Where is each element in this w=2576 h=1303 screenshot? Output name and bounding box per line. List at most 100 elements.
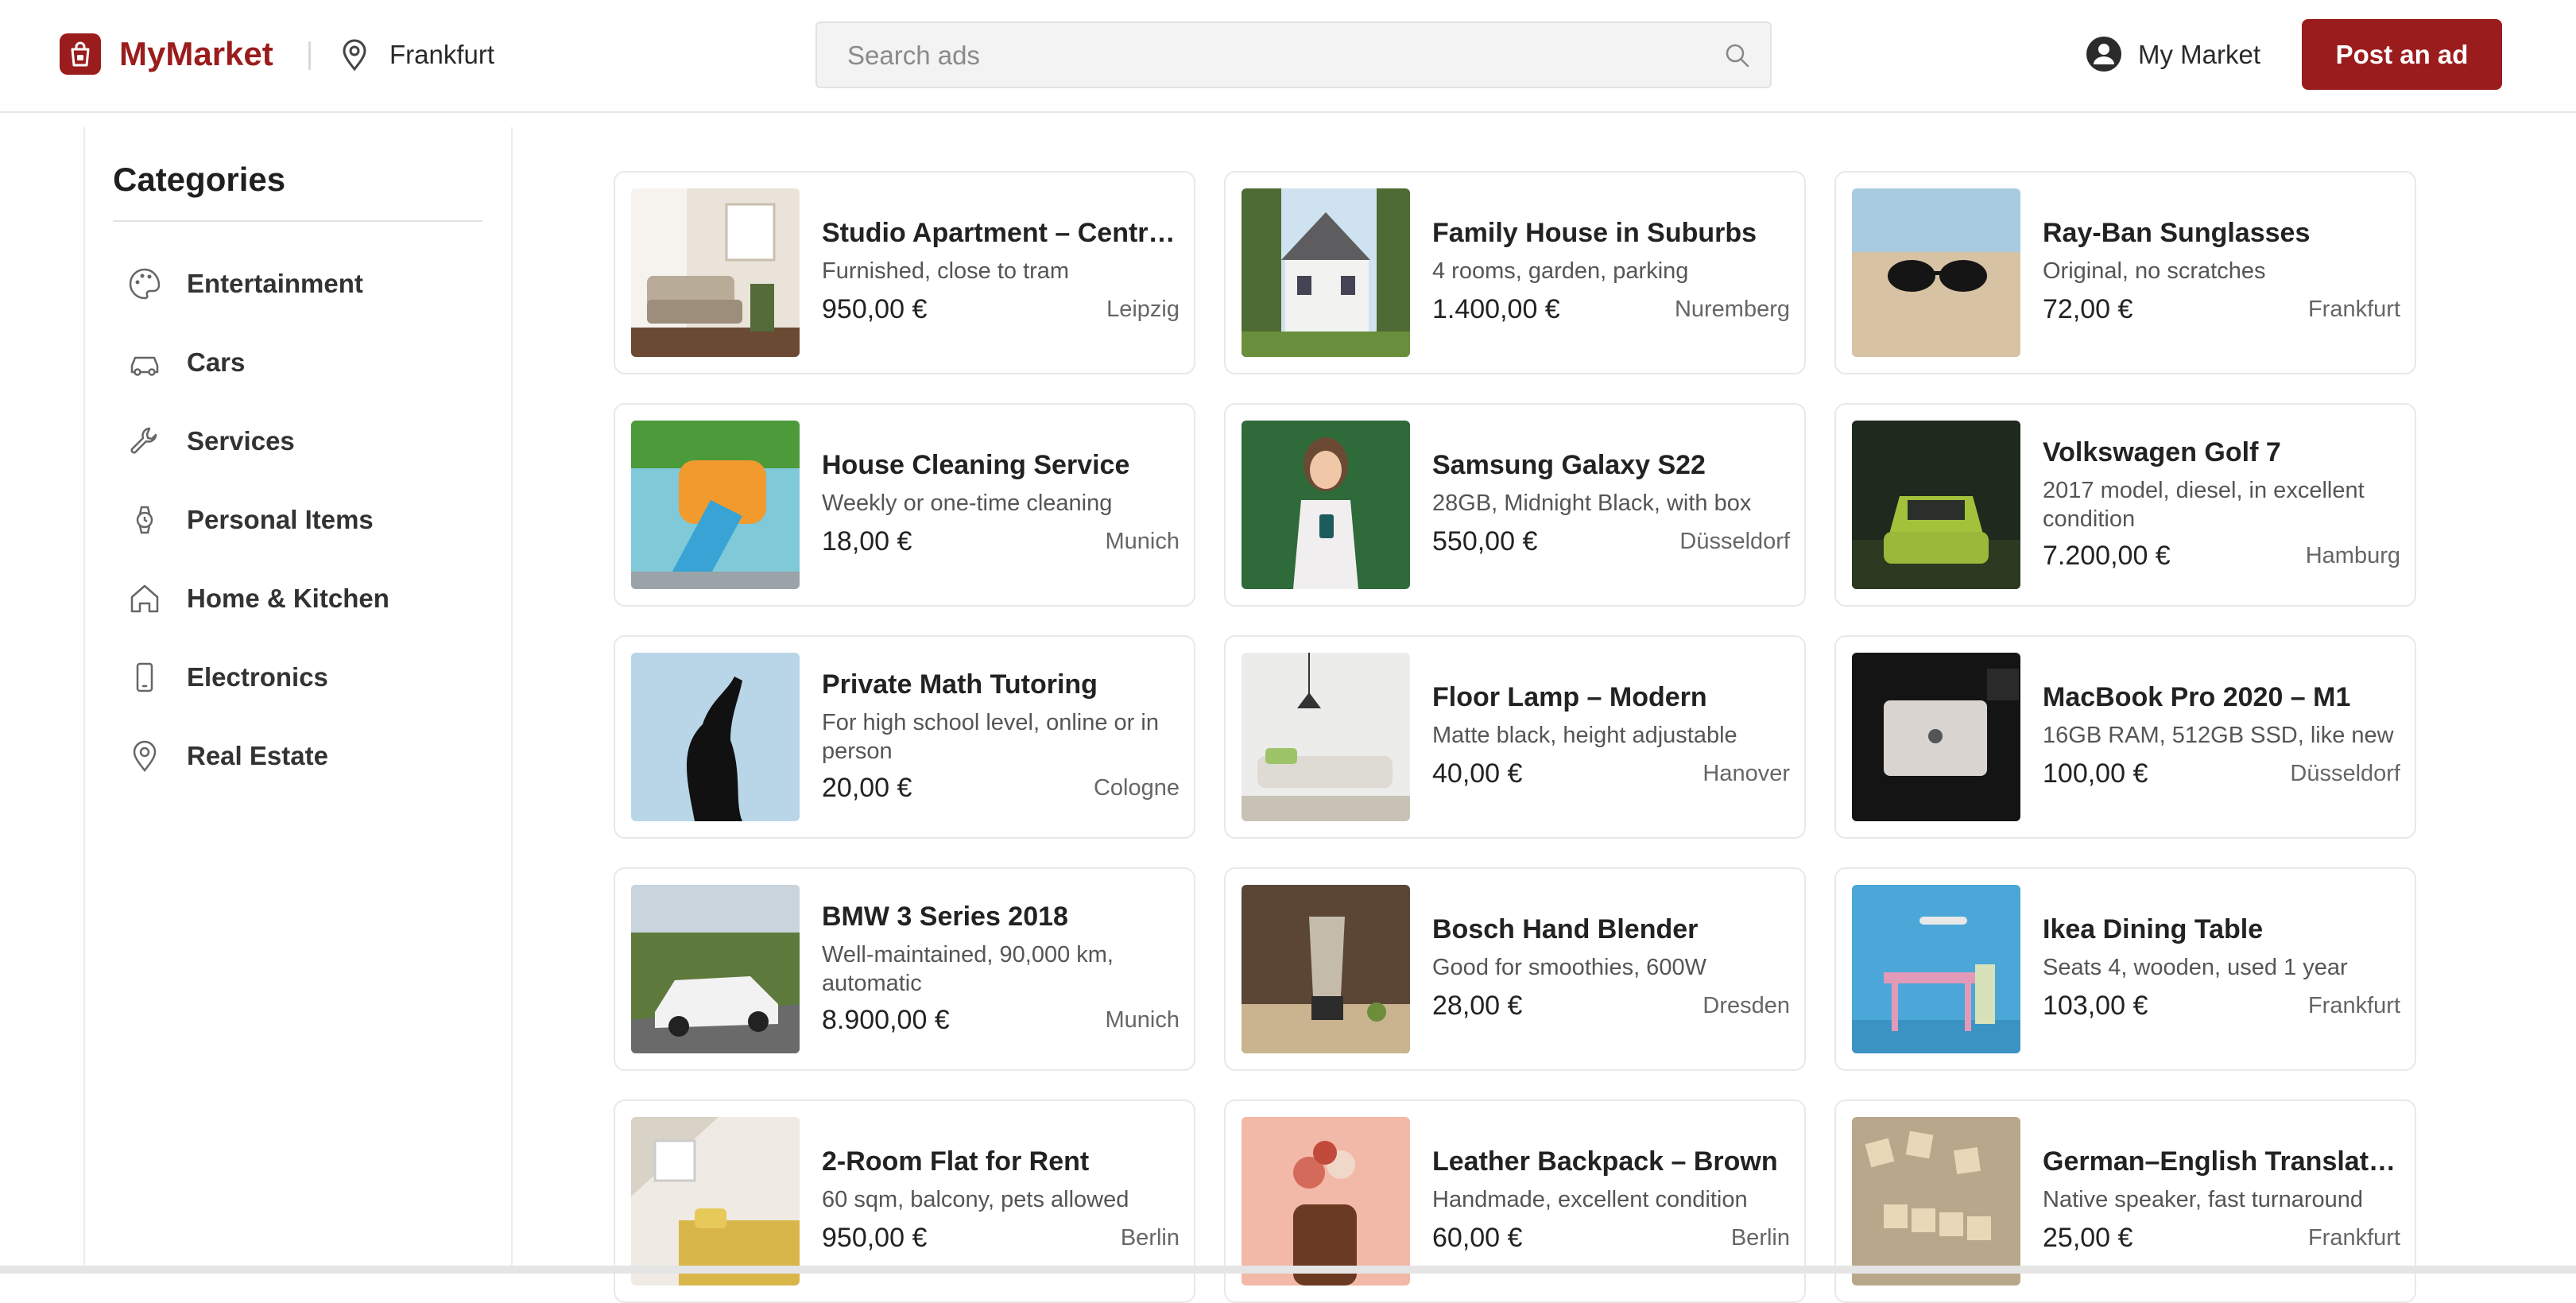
listing-card[interactable]: Family House in Suburbs 4 rooms, garden,… [1224, 171, 1806, 374]
listing-city: Nuremberg [1674, 297, 1790, 322]
listing-city: Frankfurt [2307, 297, 2400, 322]
listing-description: 16GB RAM, 512GB SSD, like new [2043, 723, 2394, 748]
category-electronics[interactable]: Electronics [125, 650, 482, 705]
listing-image-samsung-phone[interactable] [1242, 421, 1410, 589]
category-services[interactable]: Services [125, 413, 482, 469]
listing-title[interactable]: Leather Backpack – Brown [1432, 1146, 1790, 1177]
watch-icon [125, 500, 165, 540]
category-label: Real Estate [187, 741, 328, 770]
listing-city: Dresden [1702, 993, 1790, 1018]
category-cars[interactable]: Cars [125, 335, 482, 390]
category-entertainment[interactable]: Entertainment [125, 256, 482, 312]
listing-description: Native speaker, fast turnaround [2043, 1187, 2364, 1212]
map-pin-icon [125, 736, 165, 776]
listing-description: Well-maintained, 90,000 km, automatic [822, 942, 1114, 996]
search-input[interactable] [846, 23, 1691, 88]
brand-name[interactable]: MyMarket [119, 33, 273, 75]
category-label: Home & Kitchen [187, 584, 389, 613]
category-home-kitchen[interactable]: Home & Kitchen [125, 571, 482, 626]
listing-image-dining-table[interactable] [1852, 885, 2020, 1053]
category-label: Cars [187, 347, 246, 377]
post-ad-button[interactable]: Post an ad [2302, 19, 2502, 90]
listing-image-family-house[interactable] [1242, 188, 1410, 357]
listing-card[interactable]: MacBook Pro 2020 – M1 16GB RAM, 512GB SS… [1834, 635, 2416, 839]
listing-card[interactable]: Samsung Galaxy S22 28GB, Midnight Black,… [1224, 403, 1806, 607]
listing-description: For high school level, online or in pers… [822, 710, 1159, 764]
listing-description: Good for smoothies, 600W [1432, 955, 1706, 980]
search-icon[interactable] [1724, 42, 1751, 73]
listing-image-two-room-flat[interactable] [631, 1117, 800, 1286]
listing-price: 18,00 € [822, 526, 912, 556]
listing-city: Düsseldorf [1679, 529, 1790, 554]
map-pin-icon[interactable] [340, 38, 369, 76]
listing-title[interactable]: 2-Room Flat for Rent [822, 1146, 1180, 1177]
top-header: MyMarket Frankfurt My Market Post an ad [0, 0, 2576, 113]
listing-card[interactable]: Bosch Hand Blender Good for smoothies, 6… [1224, 867, 1806, 1071]
category-label: Electronics [187, 662, 328, 692]
listing-card[interactable]: BMW 3 Series 2018 Well-maintained, 90,00… [614, 867, 1195, 1071]
account-icon[interactable] [2086, 36, 2122, 76]
listing-card[interactable]: House Cleaning Service Weekly or one-tim… [614, 403, 1195, 607]
listing-description: 60 sqm, balcony, pets allowed [822, 1187, 1129, 1212]
listing-price: 950,00 € [822, 294, 928, 324]
listing-image-vw-golf[interactable] [1852, 421, 2020, 589]
listing-city: Berlin [1120, 1225, 1180, 1251]
listing-card[interactable]: Private Math Tutoring For high school le… [614, 635, 1195, 839]
listing-card[interactable]: Studio Apartment – Central Location Furn… [614, 171, 1195, 374]
shopping-bag-icon[interactable] [60, 33, 101, 75]
listing-price: 28,00 € [1432, 991, 1523, 1021]
location-selector[interactable]: Frankfurt [389, 38, 494, 72]
listing-title[interactable]: Bosch Hand Blender [1432, 913, 1790, 945]
listing-image-house-cleaning[interactable] [631, 421, 800, 589]
listing-image-floor-lamp[interactable] [1242, 653, 1410, 821]
listing-title[interactable]: Studio Apartment – Central Location [822, 217, 1180, 249]
palette-icon [125, 264, 165, 304]
listing-title[interactable]: Private Math Tutoring [822, 669, 1180, 700]
listing-description: 4 rooms, garden, parking [1432, 258, 1689, 284]
listing-title[interactable]: Ray-Ban Sunglasses [2043, 217, 2400, 249]
category-label: Services [187, 426, 295, 456]
listing-title[interactable]: House Cleaning Service [822, 449, 1180, 481]
horizontal-scrollbar[interactable] [0, 1266, 2576, 1274]
listing-card[interactable]: Ray-Ban Sunglasses Original, no scratche… [1834, 171, 2416, 374]
listing-title[interactable]: BMW 3 Series 2018 [822, 901, 1180, 933]
listing-image-studio-apartment[interactable] [631, 188, 800, 357]
search-bar[interactable] [815, 21, 1772, 88]
listing-title[interactable]: MacBook Pro 2020 – M1 [2043, 681, 2400, 713]
listing-price: 103,00 € [2043, 991, 2148, 1021]
listing-image-sunglasses[interactable] [1852, 188, 2020, 357]
header-divider [308, 41, 311, 70]
categories-divider [113, 220, 482, 222]
listing-image-macbook[interactable] [1852, 653, 2020, 821]
listing-image-bmw[interactable] [631, 885, 800, 1053]
listing-image-hand-blender[interactable] [1242, 885, 1410, 1053]
listing-city: Berlin [1730, 1225, 1790, 1251]
category-real-estate[interactable]: Real Estate [125, 728, 482, 784]
listing-price: 950,00 € [822, 1223, 928, 1253]
listing-card[interactable]: Ikea Dining Table Seats 4, wooden, used … [1834, 867, 2416, 1071]
listing-description: Matte black, height adjustable [1432, 723, 1737, 748]
listing-image-translation[interactable] [1852, 1117, 2020, 1286]
listing-card[interactable]: Volkswagen Golf 7 2017 model, diesel, in… [1834, 403, 2416, 607]
car-icon [125, 343, 165, 382]
listing-description: 2017 model, diesel, in excellent conditi… [2043, 478, 2365, 532]
listing-image-math-tutoring[interactable] [631, 653, 800, 821]
category-personal-items[interactable]: Personal Items [125, 492, 482, 548]
listing-title[interactable]: Samsung Galaxy S22 [1432, 449, 1790, 481]
category-label: Personal Items [187, 505, 374, 534]
listing-image-leather-backpack[interactable] [1242, 1117, 1410, 1286]
my-market-link[interactable]: My Market [2138, 38, 2260, 72]
listing-title[interactable]: German–English Translation [2043, 1146, 2400, 1177]
listing-price: 60,00 € [1432, 1223, 1523, 1253]
listing-title[interactable]: Family House in Suburbs [1432, 217, 1790, 249]
listing-city: Frankfurt [2307, 1225, 2400, 1251]
listing-description: Seats 4, wooden, used 1 year [2043, 955, 2348, 980]
listing-price: 7.200,00 € [2043, 541, 2171, 571]
listing-title[interactable]: Volkswagen Golf 7 [2043, 436, 2400, 468]
listing-title[interactable]: Floor Lamp – Modern [1432, 681, 1790, 713]
listing-price: 40,00 € [1432, 758, 1523, 789]
listing-title[interactable]: Ikea Dining Table [2043, 913, 2400, 945]
listing-price: 550,00 € [1432, 526, 1538, 556]
listing-price: 100,00 € [2043, 758, 2148, 789]
listing-card[interactable]: Floor Lamp – Modern Matte black, height … [1224, 635, 1806, 839]
